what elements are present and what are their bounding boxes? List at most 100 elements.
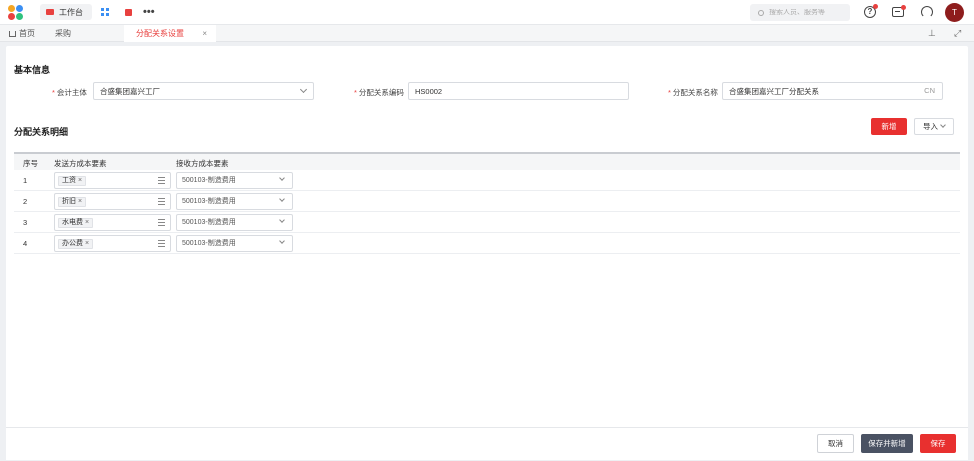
column-header-index: 序号	[23, 159, 38, 168]
column-header-sender: 发送方成本要素	[54, 159, 107, 168]
sender-tag: 办公费 ×	[58, 239, 94, 249]
table-row: 2 折旧 × 500103-制造费用	[14, 191, 960, 212]
main-card: 基本信息 * 会计主体 合盛集团嘉兴工厂 * 分配关系编码 HS0002 * 分配关系…	[6, 46, 968, 460]
tab-label: 采购	[55, 29, 71, 38]
tag-label: 办公费	[62, 240, 83, 247]
form-footer: 取消 保存并新增 保存	[6, 427, 968, 460]
sender-element-select[interactable]: 折旧 ×	[54, 193, 171, 210]
required-mark: *	[52, 88, 55, 97]
search-input[interactable]	[769, 9, 849, 16]
tag-label: 折旧	[62, 198, 76, 205]
sender-element-select[interactable]: 水电费 ×	[54, 214, 171, 231]
tab-bar: 首页 采购 分配关系设置 × ⊥ ⤢	[0, 25, 974, 42]
help-glyph: ?	[867, 7, 873, 16]
add-row-button[interactable]: 新增	[871, 118, 907, 135]
import-label: 导入	[923, 122, 938, 131]
chevron-down-icon	[940, 122, 946, 128]
required-mark: *	[668, 88, 671, 97]
allocation-code-input[interactable]: HS0002	[408, 82, 629, 100]
row-index: 3	[23, 218, 28, 227]
receiver-element-select[interactable]: 500103-制造费用	[176, 172, 293, 189]
notification-dot	[873, 4, 878, 9]
tab-label: 分配关系设置	[136, 29, 184, 38]
table-row: 3 水电费 × 500103-制造费用	[14, 212, 960, 233]
receiver-value: 500103-制造费用	[182, 240, 236, 247]
accounting-entity-select[interactable]: 合盛集团嘉兴工厂	[93, 82, 314, 100]
tab-allocation-settings[interactable]: 分配关系设置 ×	[124, 25, 216, 42]
sender-tag: 折旧 ×	[58, 197, 87, 207]
field-label-text: 分配关系名称	[672, 88, 718, 97]
tag-remove-icon[interactable]: ×	[78, 198, 82, 205]
tag-label: 水电费	[62, 219, 83, 226]
tag-remove-icon[interactable]: ×	[78, 177, 82, 184]
receiver-value: 500103-制造费用	[182, 177, 236, 184]
column-header-receiver: 接收方成本要素	[176, 159, 229, 168]
receiver-element-select[interactable]: 500103-制造费用	[176, 193, 293, 210]
field-value: 合盛集团嘉兴工厂	[100, 86, 160, 96]
allocation-detail-title: 分配关系明细	[14, 127, 69, 137]
tag-label: 工资	[62, 177, 76, 184]
field-label-text: 分配关系编码	[358, 88, 404, 97]
field-label-text: 会计主体	[56, 88, 87, 97]
sender-element-select[interactable]: 办公费 ×	[54, 235, 171, 252]
workbench-label: 工作台	[59, 7, 83, 17]
chevron-down-icon	[279, 175, 285, 181]
expand-icon[interactable]: ⤢	[954, 28, 961, 39]
sender-tag: 水电费 ×	[58, 218, 94, 228]
accounting-entity-label: * 会计主体	[52, 87, 87, 98]
allocation-code-label: * 分配关系编码	[354, 87, 404, 98]
receiver-element-select[interactable]: 500103-制造费用	[176, 214, 293, 231]
app-shortcut-icon[interactable]	[125, 4, 133, 20]
basic-info-title: 基本信息	[14, 65, 51, 75]
save-button[interactable]: 保存	[920, 434, 956, 453]
pin-icon[interactable]: ⊥	[928, 28, 936, 39]
language-suffix[interactable]: CN	[924, 86, 935, 95]
apps-grid-icon[interactable]	[101, 4, 111, 20]
top-bar: 工作台 ••• ? T	[0, 0, 974, 25]
list-icon[interactable]	[158, 177, 165, 184]
chevron-down-icon	[279, 217, 285, 223]
global-search[interactable]	[750, 4, 850, 21]
help-icon[interactable]: ?	[864, 4, 878, 18]
list-icon[interactable]	[158, 219, 165, 226]
receiver-value: 500103-制造费用	[182, 219, 236, 226]
headset-icon[interactable]	[921, 6, 933, 18]
list-icon[interactable]	[158, 240, 165, 247]
row-index: 4	[23, 239, 28, 248]
app-logo-icon[interactable]	[8, 5, 24, 21]
search-icon	[758, 9, 764, 16]
tag-remove-icon[interactable]: ×	[85, 219, 89, 226]
table-row: 1 工资 × 500103-制造费用	[14, 170, 960, 191]
allocation-name-label: * 分配关系名称	[668, 87, 718, 98]
workbench-icon	[46, 9, 54, 15]
close-tab-icon[interactable]: ×	[202, 25, 207, 42]
sender-tag: 工资 ×	[58, 176, 87, 186]
required-mark: *	[354, 88, 357, 97]
workbench-button[interactable]: 工作台	[40, 4, 92, 20]
notification-dot	[901, 5, 906, 10]
chevron-down-icon	[299, 85, 308, 94]
cancel-button[interactable]: 取消	[817, 434, 854, 453]
allocation-name-input[interactable]: 合盛集团嘉兴工厂分配关系 CN	[722, 82, 943, 100]
table-header: 序号 发送方成本要素 接收方成本要素	[14, 152, 960, 170]
receiver-value: 500103-制造费用	[182, 198, 236, 205]
field-value: HS0002	[415, 86, 443, 96]
avatar[interactable]: T	[945, 3, 964, 22]
chevron-down-icon	[279, 238, 285, 244]
more-icon[interactable]: •••	[143, 4, 155, 20]
table-row: 4 办公费 × 500103-制造费用	[14, 233, 960, 254]
import-button[interactable]: 导入	[914, 118, 954, 135]
receiver-element-select[interactable]: 500103-制造费用	[176, 235, 293, 252]
field-value: 合盛集团嘉兴工厂分配关系	[729, 86, 819, 96]
save-and-new-button[interactable]: 保存并新增	[861, 434, 913, 453]
tag-remove-icon[interactable]: ×	[85, 240, 89, 247]
message-icon[interactable]	[892, 5, 906, 17]
row-index: 1	[23, 176, 28, 185]
tab-purchase[interactable]: 采购	[55, 25, 71, 42]
list-icon[interactable]	[158, 198, 165, 205]
chevron-down-icon	[279, 196, 285, 202]
sender-element-select[interactable]: 工资 ×	[54, 172, 171, 189]
tab-label: 首页	[19, 29, 35, 38]
tab-home[interactable]: 首页	[9, 25, 35, 42]
home-icon	[9, 31, 16, 37]
